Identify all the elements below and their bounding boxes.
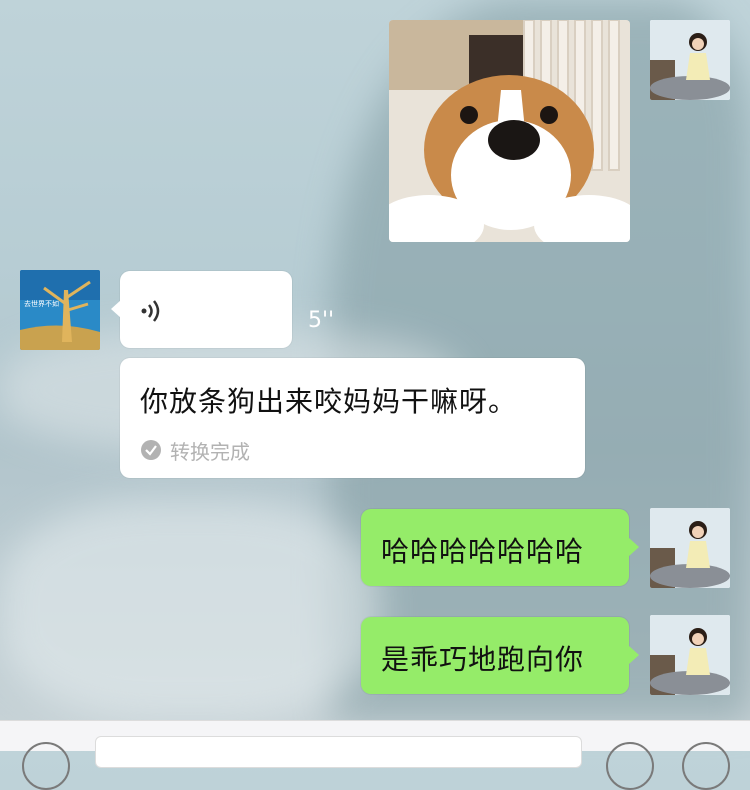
emoji-button[interactable] xyxy=(606,742,654,790)
contact-avatar[interactable]: 去世界不如 xyxy=(20,270,100,350)
transcription-status: 转换完成 xyxy=(170,440,250,464)
my-avatar[interactable] xyxy=(650,615,730,695)
sent-message-text: 是乖巧地跑向你 xyxy=(381,643,585,676)
my-avatar[interactable] xyxy=(650,20,730,100)
sent-image-message[interactable] xyxy=(389,20,630,242)
wallpaper-shape xyxy=(0,500,380,720)
voice-wave-icon xyxy=(141,300,160,322)
sent-message-text: 哈哈哈哈哈哈哈 xyxy=(381,535,585,568)
bubble-tail xyxy=(629,646,639,664)
message-input[interactable] xyxy=(95,736,582,768)
voice-duration: 5'' xyxy=(308,308,335,333)
corgi-photo xyxy=(389,20,630,242)
my-avatar[interactable] xyxy=(650,508,730,588)
transcription-text: 你放条狗出来咬妈妈干嘛呀。 xyxy=(140,385,518,418)
avatar-logo-text: 去世界不如 xyxy=(24,299,59,308)
voice-toggle-button[interactable] xyxy=(22,742,70,790)
more-button[interactable] xyxy=(682,742,730,790)
bubble-tail xyxy=(629,538,639,556)
check-circle-icon xyxy=(141,440,161,460)
bubble-tail xyxy=(111,300,121,318)
